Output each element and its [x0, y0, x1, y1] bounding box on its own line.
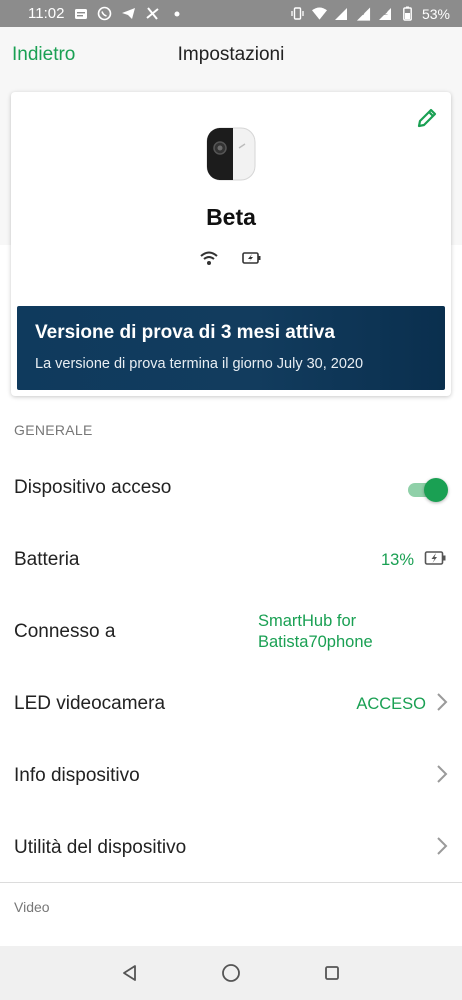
row-label: Connesso a — [14, 621, 116, 642]
signal2-icon: 2 — [378, 6, 393, 21]
led-value: ACCESO — [356, 694, 426, 713]
whatsapp-icon — [97, 6, 112, 21]
row-label: Dispositivo acceso — [14, 477, 172, 498]
trial-banner[interactable]: Versione di prova di 3 mesi attiva La ve… — [17, 306, 445, 390]
row-label: Info dispositivo — [14, 765, 140, 786]
trial-subtitle: La versione di prova termina il giorno J… — [35, 356, 364, 372]
battery-icon — [400, 6, 415, 21]
status-time: 11:02 — [28, 5, 65, 22]
section-header-general: GENERALE — [14, 422, 93, 438]
dot-icon — [169, 6, 184, 21]
volte-icon: Vo — [356, 6, 371, 21]
connected-to-row[interactable]: Connesso a SmartHub for Batista70phone — [0, 596, 462, 668]
device-power-toggle[interactable] — [408, 478, 448, 502]
back-button[interactable]: Indietro — [12, 44, 75, 66]
chevron-right-icon — [436, 692, 448, 717]
svg-text:2: 2 — [384, 10, 388, 17]
camera-image — [205, 126, 257, 182]
camera-led-row[interactable]: LED videocamera ACCESO — [0, 668, 462, 740]
signal-icon — [334, 6, 349, 21]
trial-title: Versione di prova di 3 mesi attiva — [35, 322, 335, 343]
device-card: Beta Versione di prova di 3 mesi attiva … — [11, 92, 451, 396]
battery-row[interactable]: Batteria 13% — [0, 524, 462, 596]
message-icon — [73, 6, 88, 21]
telegram-icon — [121, 6, 136, 21]
section-header-video: Video — [0, 883, 462, 929]
row-label: LED videocamera — [14, 693, 166, 714]
device-power-row[interactable]: Dispositivo acceso — [0, 452, 462, 524]
vibrate-icon — [290, 6, 305, 21]
device-name: Beta — [206, 204, 256, 230]
app-bar: Impostazioni Indietro — [0, 27, 462, 85]
edit-pencil-icon[interactable] — [415, 106, 439, 130]
device-info-row[interactable]: Info dispositivo — [0, 740, 462, 812]
system-nav-bar — [0, 946, 462, 1000]
wifi-icon — [311, 6, 327, 21]
back-triangle-icon[interactable] — [119, 962, 141, 984]
battery-percent: 53% — [421, 5, 450, 22]
fan-icon — [145, 6, 160, 21]
row-label: Utilità del dispositivo — [14, 837, 187, 858]
chevron-right-icon — [436, 764, 448, 789]
svg-text:Vo: Vo — [358, 10, 365, 16]
home-circle-icon[interactable] — [220, 962, 242, 984]
row-label: Batteria — [14, 549, 80, 570]
battery-value: 13% — [380, 550, 414, 569]
chevron-right-icon — [436, 836, 448, 861]
connected-value: SmartHub for Batista70phone — [258, 612, 373, 651]
device-utilities-row[interactable]: Utilità del dispositivo — [0, 812, 462, 884]
battery-charging-icon — [241, 250, 263, 271]
recents-square-icon[interactable] — [321, 962, 343, 984]
status-bar: 11:02 Vo 2 53% — [0, 0, 462, 27]
battery-charging-icon — [424, 549, 448, 572]
wifi-signal-icon — [199, 250, 219, 271]
toggle-thumb — [424, 478, 448, 502]
